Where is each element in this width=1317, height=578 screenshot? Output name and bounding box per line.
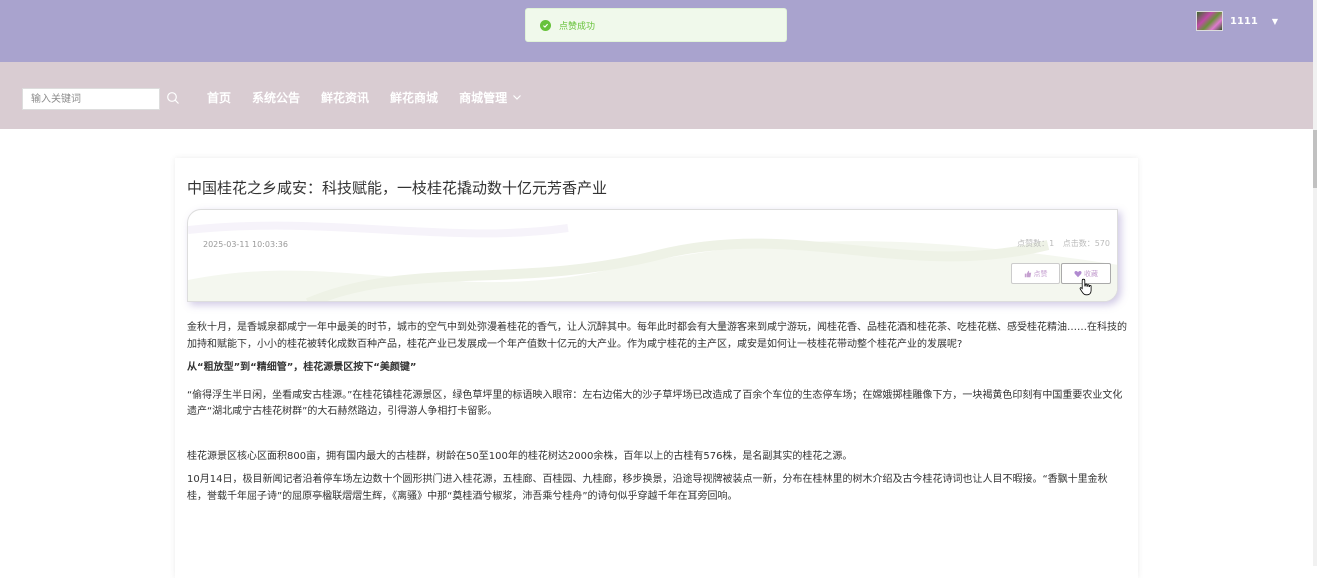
like-button[interactable]: 点赞: [1011, 263, 1060, 284]
user-menu[interactable]: 1111 ▼: [1196, 11, 1278, 31]
article-paragraph: 10月14日，极目新闻记者沿着停车场左边数十个圆形拱门进入桂花源，五桂廊、百桂园…: [187, 474, 1108, 502]
decorative-background: [188, 221, 1117, 301]
article-stats: 点赞数：1 点击数：570: [1011, 238, 1110, 249]
like-button-label: 点赞: [1033, 269, 1048, 278]
chevron-down-icon: [513, 95, 522, 100]
search-input[interactable]: [22, 88, 160, 110]
check-circle-icon: [540, 19, 551, 31]
article-title: 中国桂花之乡咸安：科技赋能，一枝桂花撬动数十亿元芳香产业: [187, 179, 608, 197]
toast-message: 点赞成功: [559, 21, 596, 32]
nav-item-mall-management[interactable]: 商城管理: [459, 89, 522, 106]
nav-dropdown-label: 商城管理: [459, 90, 508, 105]
click-count: 点击数：570: [1062, 239, 1110, 248]
nav-item-flower-news[interactable]: 鲜花资讯: [321, 89, 369, 106]
article-meta-card: 2025-03-11 10:03:36 点赞数：1 点击数：570 点赞 收藏: [187, 209, 1118, 302]
article-paragraph: “偷得浮生半日闲，坐看咸安古桂源。”在桂花镇桂花源景区，绿色草坪里的标语映入眼帘…: [187, 389, 1123, 418]
page-scrollbar[interactable]: [1313, 0, 1317, 566]
nav-item-flower-mall[interactable]: 鲜花商城: [390, 89, 438, 106]
thumbs-up-icon: [1024, 270, 1031, 277]
success-toast: 点赞成功: [525, 8, 787, 42]
nav-item-announcements[interactable]: 系统公告: [252, 89, 300, 106]
article-body: 金秋十月，是香城泉都咸宁一年中最美的时节，城市的空气中到处弥漫着桂花的香气，让人…: [187, 320, 1127, 512]
scrollbar-thumb[interactable]: [1313, 130, 1317, 188]
search-icon[interactable]: [166, 91, 180, 105]
heart-icon: [1074, 270, 1082, 277]
favorite-button-label: 收藏: [1084, 269, 1098, 278]
avatar[interactable]: [1196, 11, 1223, 31]
like-count: 点赞数：1: [1017, 239, 1055, 248]
article-subheading: 从“粗放型”到“精细管”，桂花源景区按下“美颜键”: [187, 362, 417, 373]
hand-pointer-icon: [1079, 278, 1092, 296]
article-paragraph: 金秋十月，是香城泉都咸宁一年中最美的时节，城市的空气中到处弥漫着桂花的香气，让人…: [187, 322, 1127, 350]
main-nav: 首页 系统公告 鲜花资讯 鲜花商城 商城管理: [207, 88, 543, 106]
publish-date: 2025-03-11 10:03:36: [203, 240, 288, 249]
article-paragraph: 桂花源景区核心区面积800亩，拥有国内最大的古桂群，树龄在50至100年的桂花树…: [187, 450, 853, 462]
username[interactable]: 1111: [1230, 16, 1258, 27]
caret-down-icon[interactable]: ▼: [1272, 17, 1278, 26]
navigation-bar: [0, 62, 1317, 129]
nav-item-home[interactable]: 首页: [207, 89, 231, 106]
